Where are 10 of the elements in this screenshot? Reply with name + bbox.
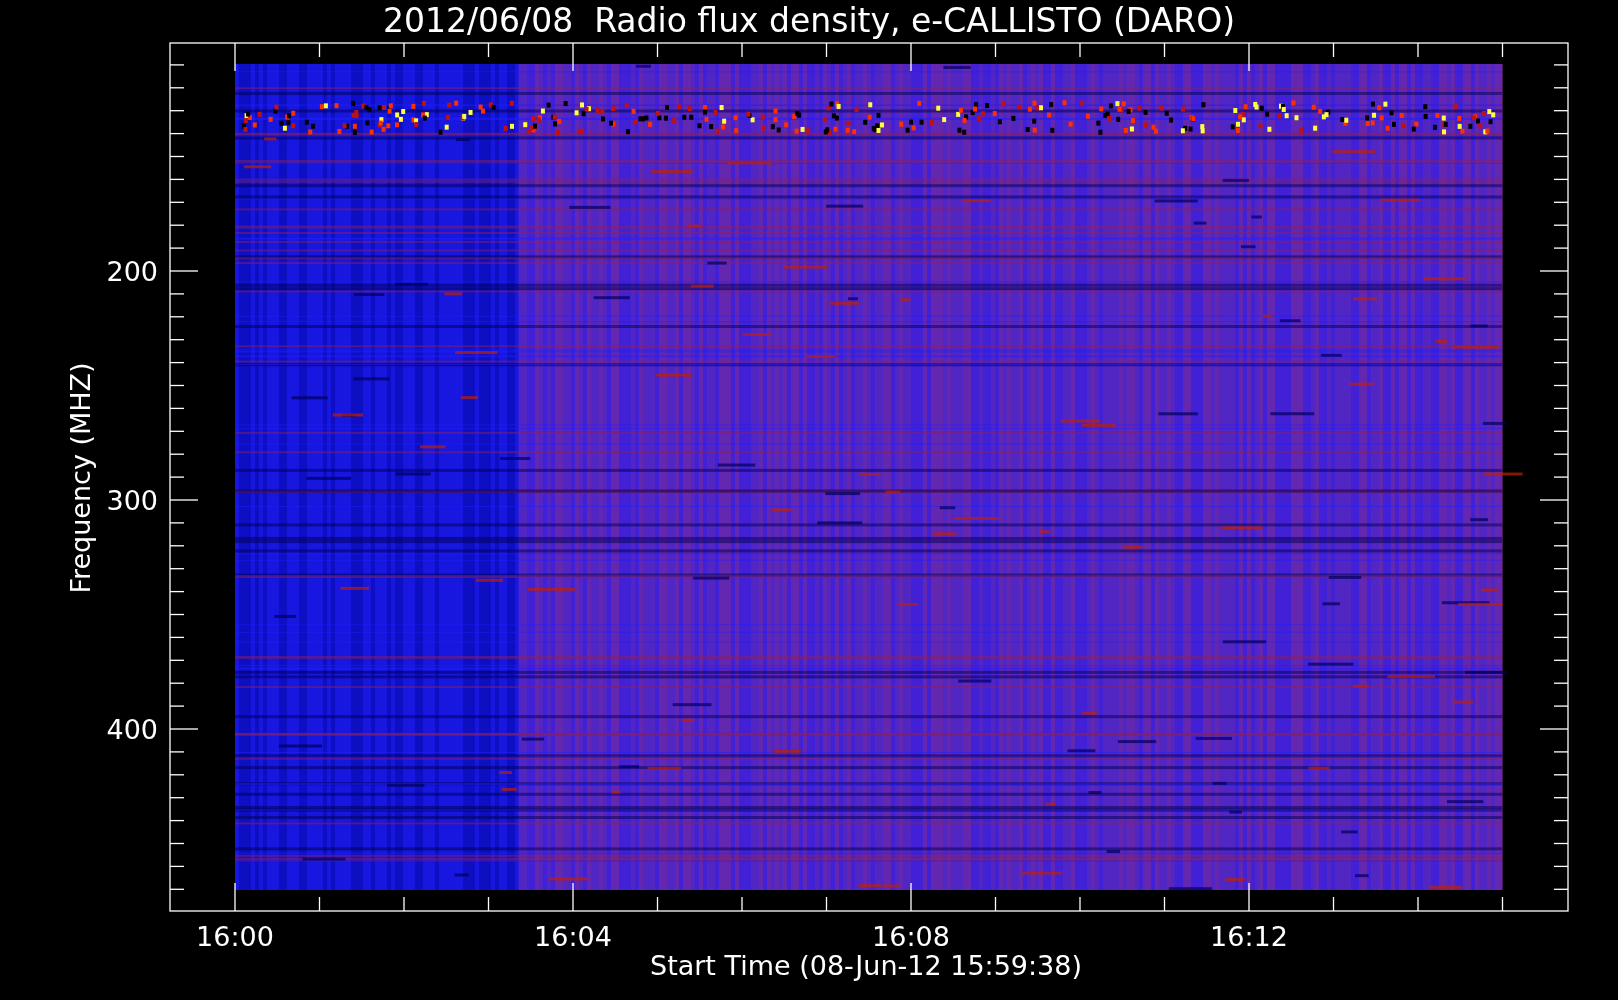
x-tick-label: 16:00	[196, 921, 274, 952]
x-tick-label: 16:12	[1210, 921, 1288, 952]
x-axis-label: Start Time (08-Jun-12 15:59:38)	[650, 950, 1082, 981]
y-tick-label: 200	[106, 256, 158, 287]
x-tick-label: 16:04	[534, 921, 612, 952]
y-tick-label: 300	[106, 485, 158, 516]
y-tick-label: 400	[106, 714, 158, 745]
chart-title: 2012/06/08 Radio flux density, e-CALLISTO (DARO)	[382, 1, 1236, 40]
y-axis-label: Frequency (MHZ)	[65, 362, 96, 594]
x-tick-label: 16:08	[872, 921, 950, 952]
